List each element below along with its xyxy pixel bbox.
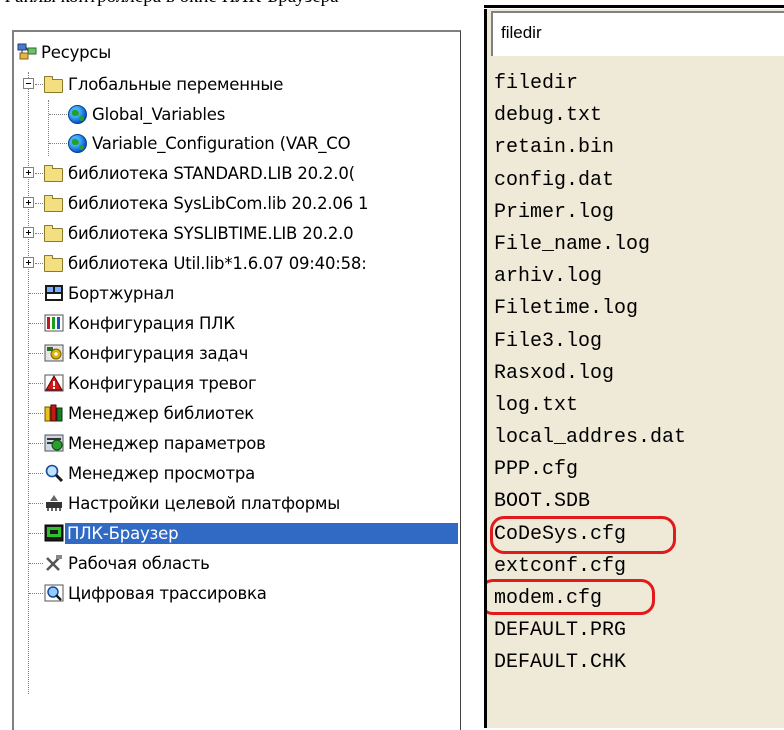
tree-item-global-variables[interactable]: Глобальные переменные	[14, 70, 454, 99]
tree-item-label: Global_Variables	[92, 105, 226, 124]
folder-icon	[44, 255, 63, 272]
tree-item-label: библиотека SYSLIBTIME.LIB 20.2.0	[68, 224, 354, 243]
file-item[interactable]: extconf.cfg	[494, 551, 784, 583]
resources-tree[interactable]: Ресурсы Глобальные переменные Global_Var…	[14, 32, 460, 730]
tree-item-label: Менеджер параметров	[68, 434, 266, 453]
logbook-icon	[45, 285, 63, 301]
file-item[interactable]: local_addres.dat	[494, 422, 784, 454]
tree-item-label: ПЛК-Браузер	[65, 523, 181, 544]
file-item[interactable]: PPP.cfg	[494, 454, 784, 486]
file-item[interactable]: File_name.log	[494, 229, 784, 261]
file-item[interactable]: log.txt	[494, 390, 784, 422]
tree-item-lib-syslibcom[interactable]: библиотека SysLibCom.lib 20.2.06 1	[14, 189, 454, 218]
tree-item-label: Глобальные переменные	[68, 75, 284, 94]
expand-toggle[interactable]	[23, 257, 34, 268]
tree-item-plc-config[interactable]: Конфигурация ПЛК	[14, 309, 454, 338]
tree-item-label: Variable_Configuration (VAR_CO	[92, 134, 351, 153]
globe-icon	[68, 134, 87, 153]
tree-root-label: Ресурсы	[41, 43, 112, 62]
tree-item-label: Цифровая трассировка	[68, 584, 267, 603]
file-item[interactable]: DEFAULT.PRG	[494, 615, 784, 647]
tree-item-label: Конфигурация тревог	[68, 374, 257, 393]
tree-item-target-settings[interactable]: Настройки целевой платформы	[14, 489, 454, 518]
top-cut-strip: Файлы контроллера в окне ПЛК-Браузера	[0, 0, 784, 9]
tree-item-alarm-config[interactable]: Конфигурация тревог	[14, 369, 454, 398]
folder-icon	[44, 165, 63, 182]
target-platform-icon	[46, 495, 62, 511]
plc-browser-panel[interactable]: filedir filedir debug.txt retain.bin con…	[484, 9, 784, 728]
tree-item-digital-trace[interactable]: Цифровая трассировка	[14, 579, 454, 608]
file-item[interactable]: config.dat	[494, 165, 784, 197]
file-item[interactable]: Filetime.log	[494, 293, 784, 325]
file-item[interactable]: retain.bin	[494, 132, 784, 164]
file-item[interactable]: modem.cfg	[494, 583, 784, 615]
tree-item-label: Менеджер библиотек	[68, 404, 255, 423]
file-list[interactable]: filedir debug.txt retain.bin config.dat …	[494, 68, 784, 680]
tree-item-label: Рабочая область	[68, 554, 210, 573]
tree-item-logbook[interactable]: Бортжурнал	[14, 279, 454, 308]
cut-heading: Файлы контроллера в окне ПЛК-Браузера	[0, 0, 339, 8]
file-item[interactable]: File3.log	[494, 326, 784, 358]
tree-item-watch-manager[interactable]: Менеджер просмотра	[14, 459, 454, 488]
expand-toggle[interactable]	[23, 167, 34, 178]
tree-item-parameter-manager[interactable]: Менеджер параметров	[14, 429, 454, 458]
collapse-toggle[interactable]	[23, 78, 34, 89]
command-input-value: filedir	[501, 23, 542, 42]
tree-root[interactable]: Ресурсы	[14, 38, 454, 67]
tree-item-library-manager[interactable]: Менеджер библиотек	[14, 399, 454, 428]
file-item[interactable]: BOOT.SDB	[494, 486, 784, 518]
file-item[interactable]: debug.txt	[494, 100, 784, 132]
magnifier-icon	[45, 464, 64, 482]
tree-item-variable-configuration[interactable]: Variable_Configuration (VAR_CO	[14, 129, 454, 158]
tree-item-label: Менеджер просмотра	[68, 464, 256, 483]
tree-item-lib-syslibtime[interactable]: библиотека SYSLIBTIME.LIB 20.2.0	[14, 219, 454, 248]
folder-open-icon	[44, 76, 63, 93]
folder-icon	[44, 225, 63, 242]
tree-item-workspace[interactable]: Рабочая область	[14, 549, 454, 578]
tree-item-label: Бортжурнал	[68, 284, 175, 303]
library-manager-icon	[44, 404, 63, 422]
file-item[interactable]: Primer.log	[494, 197, 784, 229]
plc-browser-icon	[44, 524, 64, 542]
tree-item-plc-browser[interactable]: ПЛК-Браузер	[14, 519, 454, 548]
resources-tree-panel[interactable]: Ресурсы Глобальные переменные Global_Var…	[12, 30, 461, 730]
tree-item-label: библиотека STANDARD.LIB 20.2.0(	[68, 164, 355, 183]
command-input[interactable]: filedir	[491, 11, 784, 56]
file-item[interactable]: arhiv.log	[494, 261, 784, 293]
frame-line	[484, 5, 784, 8]
tree-item-global-vars-list[interactable]: Global_Variables	[14, 100, 454, 129]
tree-item-task-config[interactable]: Конфигурация задач	[14, 339, 454, 368]
trace-icon	[44, 584, 64, 602]
tree-item-label: библиотека Util.lib*1.6.07 09:40:58:	[68, 254, 367, 273]
file-item[interactable]: filedir	[494, 68, 784, 100]
folder-icon	[44, 195, 63, 212]
task-config-icon	[44, 344, 64, 362]
tools-icon	[46, 555, 62, 571]
globe-icon	[68, 105, 87, 124]
tree-item-label: библиотека SysLibCom.lib 20.2.06 1	[68, 194, 369, 213]
tree-item-lib-util[interactable]: библиотека Util.lib*1.6.07 09:40:58:	[14, 249, 454, 278]
expand-toggle[interactable]	[23, 227, 34, 238]
file-item[interactable]: DEFAULT.CHK	[494, 647, 784, 679]
tree-item-label: Конфигурация ПЛК	[68, 314, 235, 333]
tree-item-lib-standard[interactable]: библиотека STANDARD.LIB 20.2.0(	[14, 159, 454, 188]
parameter-manager-icon	[44, 434, 64, 452]
tree-item-label: Конфигурация задач	[68, 344, 249, 363]
resources-icon	[17, 43, 37, 60]
expand-toggle[interactable]	[23, 197, 34, 208]
file-item[interactable]: Rasxod.log	[494, 358, 784, 390]
tree-item-label: Настройки целевой платформы	[68, 494, 341, 513]
plc-config-icon	[44, 314, 64, 332]
file-item[interactable]: CoDeSys.cfg	[494, 519, 784, 551]
alarm-config-icon	[44, 374, 64, 392]
